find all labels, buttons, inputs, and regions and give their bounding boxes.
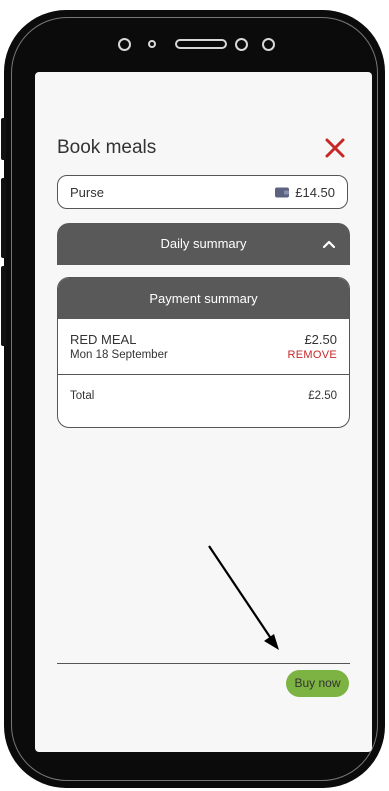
phone-top-sensors — [4, 36, 385, 52]
payment-summary-heading: Payment summary — [58, 278, 349, 319]
camera-icon — [262, 38, 275, 51]
camera-icon — [235, 38, 248, 51]
phone-frame: Book meals Purse £14.50 Daily summary Pa… — [1, 10, 385, 788]
sensor-icon — [148, 40, 156, 48]
buy-now-button[interactable]: Buy now — [286, 670, 349, 697]
purse-balance-card: Purse £14.50 — [57, 175, 348, 209]
daily-summary-label: Daily summary — [160, 236, 247, 251]
close-icon — [325, 138, 345, 158]
payment-summary-card: Payment summary RED MEAL Mon 18 Septembe… — [57, 277, 350, 428]
phone-side-button — [1, 178, 6, 258]
purse-balance: £14.50 — [295, 185, 335, 200]
meal-date: Mon 18 September — [70, 349, 168, 361]
list-item: RED MEAL Mon 18 September £2.50 REMOVE — [58, 319, 349, 375]
app-screen: Book meals Purse £14.50 Daily summary Pa… — [35, 72, 372, 752]
total-label: Total — [70, 390, 95, 402]
daily-summary-header[interactable]: Daily summary — [57, 223, 350, 265]
total-value: £2.50 — [308, 390, 337, 402]
phone-side-button — [1, 118, 6, 160]
close-button[interactable] — [324, 137, 346, 159]
chevron-up-icon[interactable] — [322, 237, 336, 251]
speaker-grille — [175, 39, 227, 49]
page-title: Book meals — [57, 137, 157, 158]
phone-side-button — [1, 266, 6, 346]
camera-icon — [118, 38, 131, 51]
meal-name: RED MEAL — [70, 332, 137, 347]
remove-button[interactable]: REMOVE — [288, 349, 337, 361]
purse-label: Purse — [70, 185, 104, 200]
footer-divider — [57, 663, 350, 664]
meal-price: £2.50 — [304, 332, 337, 347]
wallet-icon — [275, 187, 290, 198]
